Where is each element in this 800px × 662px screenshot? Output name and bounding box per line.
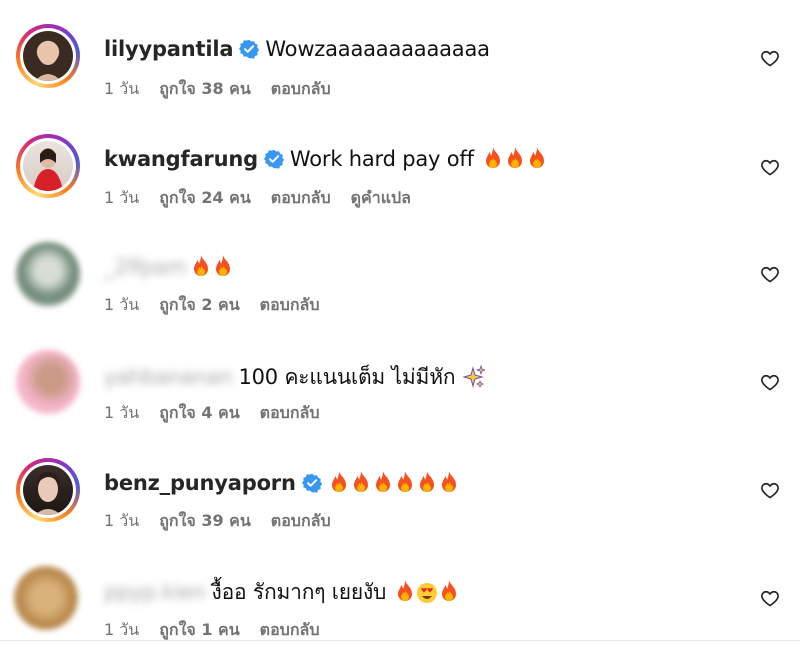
fire-emoji-icon [353,471,368,492]
bottom-divider [0,640,800,641]
comment-likes[interactable]: ถูกใจ 24 คน [159,186,251,211]
like-heart-icon[interactable] [760,588,780,608]
comment-text: 100 คะแนนเต็ม ไม่มีหัก [238,364,456,389]
avatar[interactable] [14,566,78,630]
avatar-photo [33,148,63,191]
comment-time: 1 วัน [104,619,140,639]
fire-emoji-icon [507,147,522,168]
comment-text: Work hard pay off [289,147,474,171]
comment-username[interactable]: kwangfarung [104,147,258,171]
fire-emoji-icon [442,580,457,601]
reply-button[interactable]: ตอบกลับ [271,186,331,211]
comment-username[interactable]: ppyp.kien [104,580,206,604]
avatar[interactable] [16,242,80,306]
fire-emoji-icon [375,471,390,492]
comment-time: 1 วัน [104,187,140,207]
comment-item: ppyp.kien งื้ออ รักมากๆ เยยงับ 1 วัน ถูก… [0,0,800,639]
comment-username[interactable]: yahbananan [104,365,233,389]
fire-emoji-icon [331,471,346,492]
like-heart-icon[interactable] [760,480,780,500]
comment-likes[interactable]: ถูกใจ 39 คน [159,509,251,534]
reply-button[interactable]: ตอบกลับ [260,618,320,643]
reply-button[interactable]: ตอบกลับ [260,401,320,426]
sparkles-emoji-icon [463,364,486,388]
fire-emoji-icon [529,147,544,168]
reply-button[interactable]: ตอบกลับ [271,509,331,534]
comment-text: งื้ออ รักมากๆ เยยงับ [211,579,387,604]
fire-emoji-icon [216,255,231,276]
reply-button[interactable]: ตอบกลับ [260,293,320,318]
comment-likes[interactable]: ถูกใจ 4 คน [159,401,239,426]
avatar[interactable] [16,350,80,414]
fire-emoji-icon [441,471,456,492]
fire-emoji-icon [485,147,500,168]
fire-emoji-icon [194,255,209,276]
comment-username[interactable]: _2lfpam [104,255,187,279]
fire-emoji-icon [419,471,434,492]
comment-time: 1 วัน [104,294,140,314]
verified-badge-icon [263,149,284,169]
like-heart-icon[interactable] [760,264,780,284]
fire-emoji-icon [397,471,412,492]
comment-time: 1 วัน [104,510,140,530]
heart-eyes-emoji-icon [417,583,438,603]
verified-badge-icon [301,473,322,493]
comment-likes[interactable]: ถูกใจ 2 คน [159,293,239,318]
see-translation-button[interactable]: ดูคำแปล [351,186,411,211]
like-heart-icon[interactable] [760,372,780,392]
comment-username[interactable]: benz_punyaporn [104,471,296,495]
like-heart-icon[interactable] [760,157,780,177]
avatar-photo [35,471,61,515]
avatar[interactable] [16,458,80,522]
comment-likes[interactable]: ถูกใจ 1 คน [159,618,239,643]
fire-emoji-icon [398,580,413,601]
avatar[interactable] [16,134,80,198]
comment-time: 1 วัน [104,402,140,422]
